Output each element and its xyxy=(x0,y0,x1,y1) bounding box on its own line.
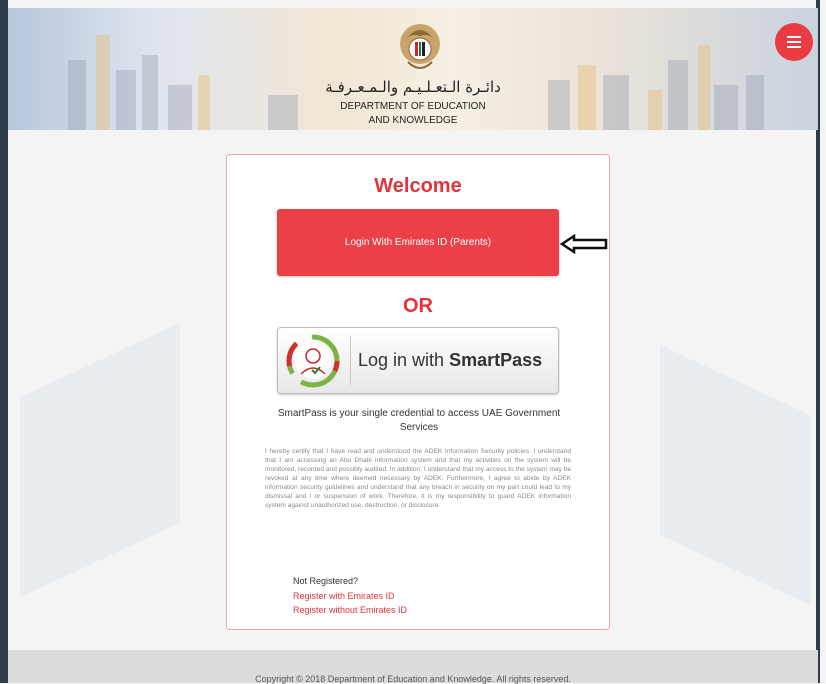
org-name-line2: AND KNOWLEDGE xyxy=(368,115,458,126)
login-emirates-id-button[interactable]: Login With Emirates ID (Parents) xyxy=(277,209,559,276)
pointer-arrow-icon xyxy=(560,234,608,254)
smartpass-description: SmartPass is your single credential to a… xyxy=(277,408,561,433)
org-name-line1: DEPARTMENT OF EDUCATION xyxy=(340,101,486,112)
hamburger-menu-button[interactable] xyxy=(775,23,813,61)
site-header: دائـرة الـتعـلـيـم والـمـعـرفـة DEPARTME… xyxy=(8,8,818,130)
smartpass-divider xyxy=(350,336,351,385)
smartpass-user-icon xyxy=(286,334,340,388)
smartpass-brand: SmartPass xyxy=(449,350,543,370)
security-disclaimer: I hereby certify that I have read and un… xyxy=(265,448,571,509)
login-emirates-id-label: Login With Emirates ID (Parents) xyxy=(344,237,492,248)
uae-falcon-emblem-icon xyxy=(400,24,440,69)
register-with-emirates-id-link[interactable]: Register with Emirates ID xyxy=(293,591,395,601)
login-smartpass-button[interactable]: Log in with SmartPass xyxy=(277,327,559,394)
or-separator: OR xyxy=(403,295,433,317)
site-footer: Copyright © 2018 Department of Education… xyxy=(8,650,818,684)
welcome-heading: Welcome xyxy=(374,175,462,197)
org-name-arabic: دائـرة الـتعـلـيـم والـمـعـرفـة xyxy=(325,78,501,96)
login-card: Welcome Login With Emirates ID (Parents)… xyxy=(226,154,610,630)
not-registered-label: Not Registered? xyxy=(293,576,359,586)
register-without-emirates-id-link[interactable]: Register without Emirates ID xyxy=(293,605,407,615)
org-name-english: DEPARTMENT OF EDUCATION AND KNOWLEDGE xyxy=(8,100,818,128)
smartpass-label: Log in with SmartPass xyxy=(358,350,543,370)
